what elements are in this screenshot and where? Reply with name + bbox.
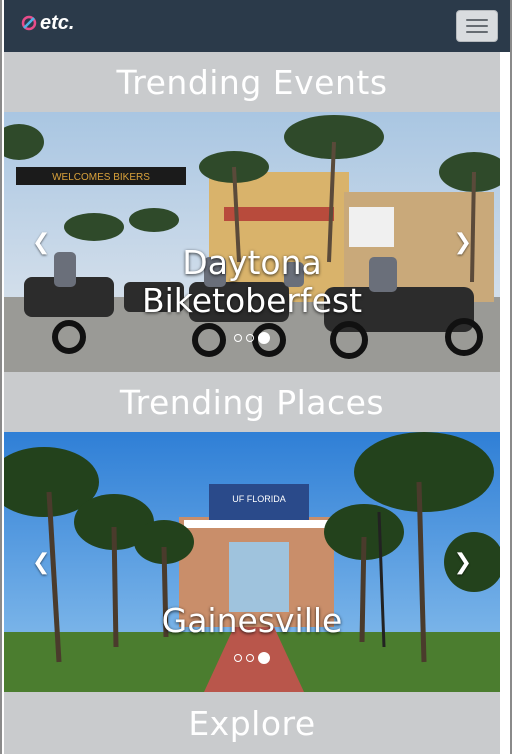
gainesville-stadium-photo: UF FLORIDA <box>4 432 500 692</box>
chevron-right-icon: ❯ <box>453 229 472 255</box>
menu-toggle-button[interactable] <box>456 10 498 42</box>
indicator-dot-active[interactable] <box>258 652 270 664</box>
trending-places-title: Trending Places <box>4 372 500 432</box>
chevron-left-icon: ❮ <box>32 229 51 255</box>
places-indicators <box>4 652 500 664</box>
indicator-dot[interactable] <box>246 654 254 662</box>
places-carousel[interactable]: UF FLORIDA Gainesville ❮ ❯ <box>4 432 500 692</box>
indicator-dot[interactable] <box>234 654 242 662</box>
places-caption: Gainesville <box>161 601 343 640</box>
sign-text: WELCOMES BIKERS <box>52 172 150 183</box>
events-indicators <box>4 332 500 344</box>
indicator-dot[interactable] <box>246 334 254 342</box>
hamburger-menu-icon <box>466 19 488 21</box>
brand-name: etc. <box>40 11 75 34</box>
events-next-button[interactable]: ❯ <box>440 112 500 372</box>
events-carousel[interactable]: WELCOMES BIKERS Daytona Biketoberfest ❮ … <box>4 112 500 372</box>
indicator-dot-active[interactable] <box>258 332 270 344</box>
explore-title: Explore <box>4 692 500 754</box>
places-prev-button[interactable]: ❮ <box>4 432 64 692</box>
chevron-left-icon: ❮ <box>32 549 51 575</box>
events-caption-line1: Daytona <box>182 243 322 282</box>
brand-logo[interactable]: etc. <box>20 11 74 35</box>
events-caption-line2: Biketoberfest <box>141 281 363 320</box>
stadium-sign-text: UF FLORIDA <box>232 494 286 504</box>
indicator-dot[interactable] <box>234 334 242 342</box>
events-caption: Daytona Biketoberfest <box>4 244 500 320</box>
logo-mark-icon <box>21 15 37 31</box>
app-frame: etc. Trending Events WELCOMES BIKERS Day… <box>0 0 512 754</box>
events-prev-button[interactable]: ❮ <box>4 112 64 372</box>
daytona-bikers-photo: WELCOMES BIKERS <box>4 112 500 372</box>
navbar: etc. <box>4 0 510 52</box>
places-next-button[interactable]: ❯ <box>440 432 500 692</box>
trending-events-title: Trending Events <box>4 52 500 112</box>
chevron-right-icon: ❯ <box>453 549 472 575</box>
